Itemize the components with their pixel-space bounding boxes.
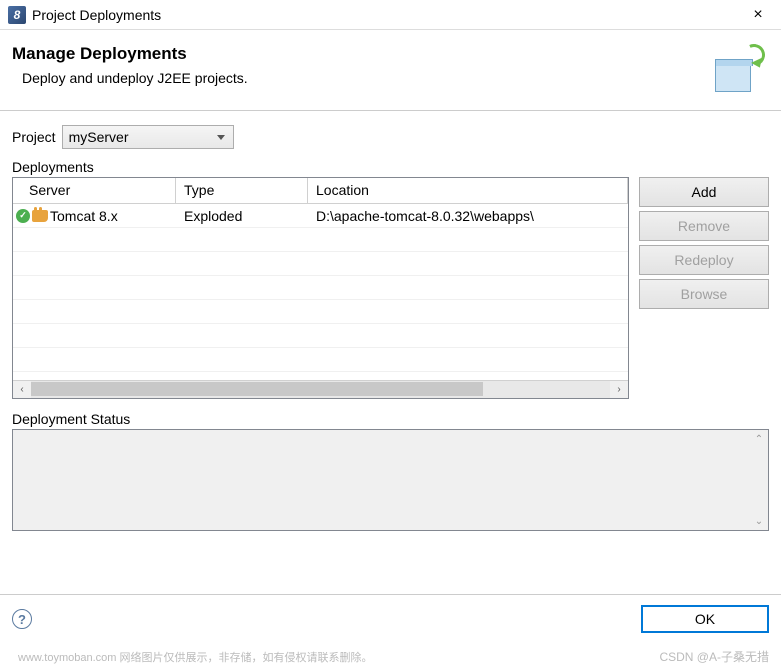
status-ok-icon: ✓ xyxy=(16,209,30,223)
col-server[interactable]: Server xyxy=(13,178,176,204)
status-label: Deployment Status xyxy=(12,411,769,427)
redeploy-button[interactable]: Redeploy xyxy=(639,245,769,275)
project-label: Project xyxy=(12,129,56,145)
titlebar: 8 Project Deployments × xyxy=(0,0,781,30)
col-location[interactable]: Location xyxy=(308,178,628,204)
deployments-table[interactable]: Server Type Location ✓ Tomcat 8.x Explod… xyxy=(12,177,629,399)
app-icon: 8 xyxy=(8,6,26,24)
watermark-right: CSDN @A-子桑无措 xyxy=(659,648,769,665)
scroll-up-icon[interactable]: ⌃ xyxy=(750,430,768,448)
cell-type: Exploded xyxy=(176,206,308,226)
col-type[interactable]: Type xyxy=(176,178,308,204)
tomcat-icon xyxy=(32,210,48,222)
add-button[interactable]: Add xyxy=(639,177,769,207)
project-select-value: myServer xyxy=(69,129,129,145)
watermark-left: www.toymoban.com 网络图片仅供展示，非存储，如有侵权请联系删除。 xyxy=(18,649,372,665)
scroll-right-icon[interactable]: › xyxy=(610,381,628,398)
scroll-thumb[interactable] xyxy=(31,382,483,396)
table-row[interactable]: ✓ Tomcat 8.x Exploded D:\apache-tomcat-8… xyxy=(13,204,628,228)
ok-button[interactable]: OK xyxy=(641,605,769,633)
window-title: Project Deployments xyxy=(32,7,743,23)
browse-button[interactable]: Browse xyxy=(639,279,769,309)
scroll-left-icon[interactable]: ‹ xyxy=(13,381,31,398)
scroll-down-icon[interactable]: ⌄ xyxy=(750,512,768,530)
horizontal-scrollbar[interactable]: ‹ › xyxy=(13,380,628,398)
remove-button[interactable]: Remove xyxy=(639,211,769,241)
header-section: Manage Deployments Deploy and undeploy J… xyxy=(0,30,781,111)
vertical-scrollbar[interactable]: ⌃ ⌄ xyxy=(750,430,768,530)
project-row: Project myServer xyxy=(12,125,769,149)
cell-server: Tomcat 8.x xyxy=(50,208,118,224)
status-box[interactable]: ⌃ ⌄ xyxy=(12,429,769,531)
deploy-icon xyxy=(713,44,763,94)
deployments-label: Deployments xyxy=(12,159,769,175)
cell-location: D:\apache-tomcat-8.0.32\webapps\ xyxy=(308,206,628,226)
page-description: Deploy and undeploy J2EE projects. xyxy=(22,70,713,86)
help-button[interactable]: ? xyxy=(12,609,32,629)
table-header: Server Type Location xyxy=(13,178,628,204)
project-select[interactable]: myServer xyxy=(62,125,234,149)
page-title: Manage Deployments xyxy=(12,44,713,64)
close-button[interactable]: × xyxy=(743,6,773,24)
footer: ? OK xyxy=(0,594,781,643)
